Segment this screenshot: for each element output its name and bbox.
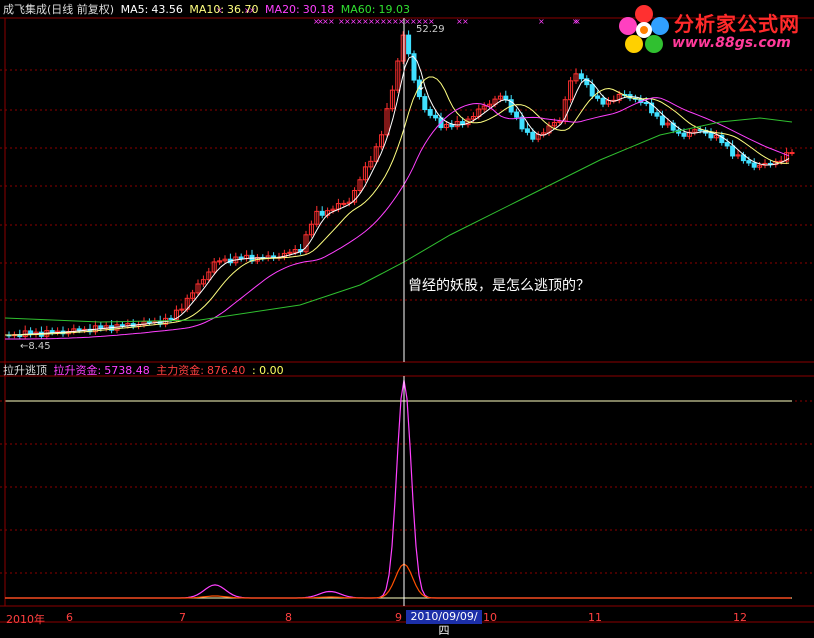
candle-body <box>751 162 757 168</box>
chart-canvas[interactable]: × ××××× × × × × × × × × × × × × × × × × × × × × ×× ↓ <box>0 0 814 626</box>
ma5-value: 43.56 <box>151 3 183 16</box>
flower-icon <box>619 5 669 53</box>
candle-body <box>406 34 412 55</box>
signal-x-marker: × <box>462 17 469 26</box>
candle-body <box>643 102 649 105</box>
candle-body <box>168 317 174 320</box>
ma60-line <box>4 117 793 323</box>
axis-tick-12: 12 <box>733 611 747 624</box>
ma60-value: 19.03 <box>378 3 410 16</box>
candle-body <box>697 129 703 132</box>
ma10-value: 36.70 <box>227 3 259 16</box>
cursor-date-box: 2010/09/09/四 <box>406 610 482 637</box>
axis-tick-7: 7 <box>179 611 186 624</box>
candle-body <box>724 142 730 147</box>
axis-tick-8: 8 <box>285 611 292 624</box>
signal-x-marker: × <box>538 17 545 26</box>
main-fund-line <box>5 563 791 599</box>
ma5-label: MA5: <box>120 3 149 16</box>
ma10-line <box>5 76 790 336</box>
candle-body <box>600 97 606 105</box>
candle-body <box>427 109 433 116</box>
candle-body <box>146 321 152 324</box>
lift-label: 拉升资金: <box>53 364 102 377</box>
candle-body <box>503 95 509 101</box>
ma20-line <box>5 97 790 340</box>
candle-body <box>746 160 752 164</box>
main-value: 876.40 <box>206 364 246 377</box>
logo-url: www.88gs.com <box>672 35 791 51</box>
candle-body <box>319 210 325 216</box>
candle-body <box>595 95 601 99</box>
candle-body <box>789 152 795 155</box>
candle-body <box>422 96 428 111</box>
main-label: 主力资金: <box>156 364 204 377</box>
ma60-label: MA60: <box>340 3 376 16</box>
axis-tick-6: 6 <box>66 611 73 624</box>
candle-body <box>578 73 584 80</box>
axis-tick-year: 2010年 <box>6 613 45 626</box>
lift-fund-line <box>5 379 791 599</box>
indicator-name[interactable]: 拉升逃顶 <box>3 364 47 377</box>
ma20-label: MA20: <box>265 3 300 16</box>
annotation-text: 曾经的妖股，是怎么逃顶的？ <box>408 278 590 294</box>
candle-body <box>76 328 82 331</box>
candle-body <box>238 256 244 260</box>
candle-body <box>119 324 125 327</box>
candlestick-series <box>6 30 795 340</box>
ma20-value: 30.18 <box>302 3 335 16</box>
high-price-label: 52.29 <box>416 24 445 35</box>
candle-body <box>681 132 687 137</box>
moving-average-lines <box>4 55 793 340</box>
candle-body <box>530 131 536 140</box>
logo-title: 分析家公式网 <box>674 12 800 36</box>
ma10-label: MA10: <box>189 3 225 16</box>
signal-x-marker: × <box>574 17 581 26</box>
candle-body <box>659 115 665 126</box>
candle-body <box>519 116 525 130</box>
low-price-label: ←8.45 <box>20 341 51 352</box>
candle-body <box>708 132 714 139</box>
grid-lines <box>0 17 814 623</box>
candle-body <box>654 112 660 117</box>
candle-body <box>524 128 530 133</box>
indicator-lines <box>5 379 791 599</box>
axis-tick-10: 10 <box>483 611 497 624</box>
lift-value: 5738.48 <box>104 364 150 377</box>
candle-body <box>49 330 55 333</box>
stock-name[interactable]: 成飞集成(日线 前复权) <box>3 3 114 16</box>
candle-body <box>589 84 595 97</box>
indicator-info-bar: 拉升逃顶 拉升资金: 5738.48 主力资金: 876.40 : 0.00 <box>3 364 287 378</box>
down-arrow-marker: ↓ <box>416 79 426 93</box>
extra-value: : 0.00 <box>251 364 284 377</box>
site-logo[interactable]: 分析家公式网 www.88gs.com <box>612 2 812 56</box>
axis-tick-9: 9 <box>395 611 402 624</box>
candle-body <box>730 145 736 157</box>
candle-body <box>341 202 347 205</box>
candle-body <box>514 111 520 118</box>
axis-tick-11: 11 <box>588 611 602 624</box>
main-info-bar: 成飞集成(日线 前复权) MA5: 43.56 MA10: 36.70 MA20: 3… <box>3 3 413 17</box>
candle-body <box>433 114 439 119</box>
signal-x-marker: × <box>328 17 335 26</box>
